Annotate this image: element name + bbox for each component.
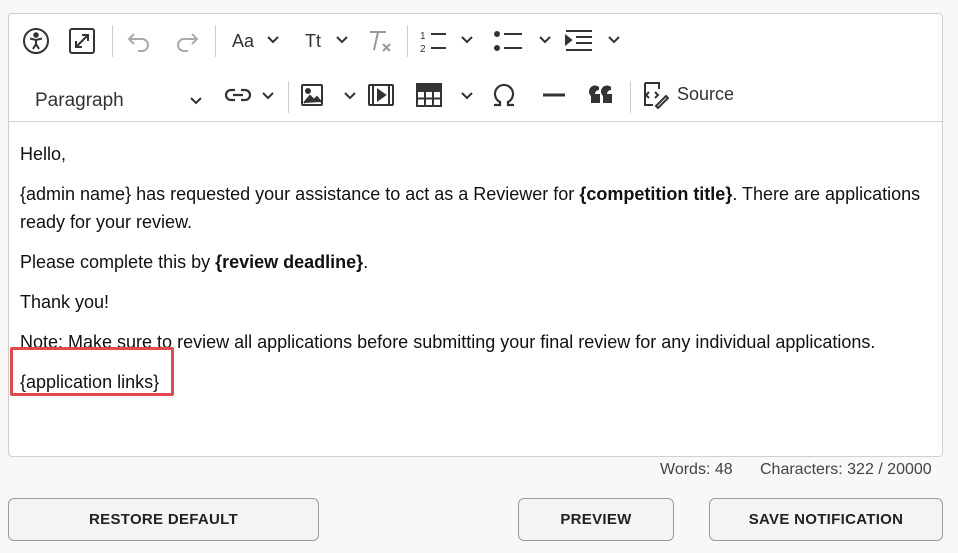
toolbar-separator (288, 81, 289, 113)
source-button[interactable]: Source (639, 78, 749, 110)
chevron-down-icon[interactable] (537, 32, 553, 48)
preview-button[interactable]: PREVIEW (518, 498, 674, 541)
image-icon[interactable] (299, 82, 325, 108)
paragraph-greeting: Hello, (20, 144, 67, 164)
toolbar-separator (630, 81, 631, 113)
bulleted-list-icon[interactable] (491, 27, 525, 55)
fullscreen-icon[interactable] (67, 26, 97, 56)
source-icon (644, 82, 669, 109)
paragraph-deadline: Please complete this by {review deadline… (20, 252, 369, 272)
highlight-box (10, 347, 174, 396)
placeholder-competition-title: {competition title} (579, 184, 733, 204)
chevron-down-icon[interactable] (459, 32, 475, 48)
font-family-button[interactable]: Tt (299, 28, 327, 54)
svg-text:2: 2 (420, 44, 426, 54)
toolbar-separator (407, 25, 408, 57)
toolbar-separator (112, 25, 113, 57)
link-icon[interactable] (223, 82, 253, 108)
redo-icon[interactable] (173, 28, 201, 54)
chevron-down-icon[interactable] (265, 32, 281, 48)
block-quote-icon[interactable] (587, 82, 617, 108)
special-characters-icon[interactable] (489, 82, 519, 108)
word-count: Words: 48 (660, 461, 733, 478)
numbered-list-icon[interactable]: 12 (417, 27, 449, 55)
media-embed-icon[interactable] (367, 82, 395, 108)
placeholder-review-deadline: {review deadline} (215, 252, 364, 272)
paragraph-thanks: Thank you! (20, 292, 110, 312)
accessibility-icon[interactable] (21, 26, 51, 56)
heading-select-value: Paragraph (35, 90, 124, 111)
chevron-down-icon[interactable] (334, 32, 350, 48)
toolbar-separator (215, 25, 216, 57)
editor-toolbar: Aa Tt 12 Paragraph Source (9, 14, 942, 122)
remove-format-icon[interactable] (365, 27, 395, 55)
heading-select[interactable]: Paragraph (27, 84, 211, 118)
editor-content[interactable]: Hello, {admin name} has requested your a… (9, 122, 942, 456)
source-label: Source (677, 83, 735, 104)
paragraph-request: {admin name} has requested your assistan… (20, 184, 921, 232)
restore-default-button[interactable]: RESTORE DEFAULT (8, 498, 319, 541)
undo-icon[interactable] (125, 28, 153, 54)
svg-text:1: 1 (420, 31, 426, 42)
save-notification-button[interactable]: SAVE NOTIFICATION (709, 498, 943, 541)
font-size-button[interactable]: Aa (229, 28, 257, 54)
chevron-down-icon[interactable] (606, 32, 622, 48)
table-icon[interactable] (415, 82, 443, 108)
chevron-down-icon (190, 97, 202, 105)
chevron-down-icon[interactable] (342, 88, 358, 104)
character-count: Characters: 322 / 20000 (760, 461, 932, 478)
indent-icon[interactable] (563, 27, 595, 55)
chevron-down-icon[interactable] (459, 88, 475, 104)
chevron-down-icon[interactable] (260, 88, 276, 104)
horizontal-line-icon[interactable] (539, 82, 569, 108)
